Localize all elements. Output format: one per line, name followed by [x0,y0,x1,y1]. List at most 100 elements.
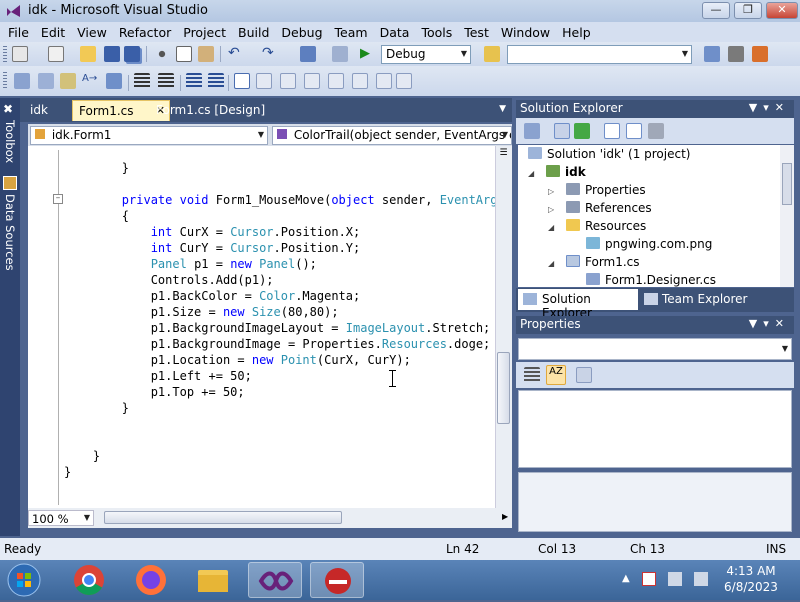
word-completion-icon[interactable]: A→ [82,73,98,89]
tree-item-resources[interactable]: Resources [566,219,646,233]
code-line[interactable]: private void Form1_MouseMove(object send… [64,192,495,208]
collapsed-arrow-icon[interactable]: ▷ [548,205,554,214]
property-grid[interactable] [518,390,792,468]
code-line[interactable]: } [64,160,129,176]
code-line[interactable]: p1.Size = new Size(80,80); [64,304,339,320]
code-line[interactable]: } [64,448,100,464]
cut-icon[interactable] [154,46,170,62]
pane-window-buttons[interactable]: ▼▾✕ [749,317,790,330]
next-bookmark-icon[interactable] [280,73,296,89]
add-item-icon[interactable] [48,46,64,62]
menu-data[interactable]: Data [374,25,416,40]
member-dropdown[interactable]: ColorTrail(object sender, EventArgs e) ▼ [272,126,512,145]
close-button[interactable]: ✕ [766,2,798,19]
menu-refactor[interactable]: Refactor [113,25,177,40]
minimize-button[interactable]: — [702,2,730,19]
solution-explorer-icon[interactable] [704,46,720,62]
categorized-icon[interactable] [524,367,540,383]
save-icon[interactable] [104,46,120,62]
view-code-icon[interactable] [604,123,620,139]
menu-view[interactable]: View [71,25,113,40]
tree-item-form1-designer[interactable]: Form1.Designer.cs [586,273,716,287]
code-line[interactable]: { [64,208,129,224]
comment-lines-icon[interactable] [186,73,202,89]
display-icon[interactable] [668,572,682,586]
code-line[interactable]: int CurX = Cursor.Position.X; [64,224,361,240]
solution-tree-scrollbar[interactable] [780,145,794,287]
quick-info-icon[interactable] [60,73,76,89]
expanded-arrow-icon[interactable]: ◢ [548,259,554,268]
visual-studio-taskbar-button[interactable] [248,562,302,598]
menu-test[interactable]: Test [458,25,495,40]
code-line[interactable]: Controls.Add(p1); [64,272,274,288]
uncomment-lines-icon[interactable] [208,73,224,89]
code-line[interactable]: p1.BackgroundImageLayout = ImageLayout.S… [64,320,491,336]
tree-item-properties[interactable]: Properties [566,183,646,197]
code-line[interactable]: Panel p1 = new Panel(); [64,256,317,272]
show-hidden-icons-icon[interactable]: ▲ [622,573,630,584]
tab-form1-design[interactable]: Form1.cs [Design] [150,100,271,121]
expanded-arrow-icon[interactable]: ◢ [548,223,554,232]
menu-tools[interactable]: Tools [415,25,458,40]
previous-bookmark-in-folder-icon[interactable] [304,73,320,89]
zoom-dropdown[interactable]: 100 % ▼ [28,510,94,526]
scroll-right-icon[interactable]: ▶ [502,512,508,521]
pin-icon[interactable]: ✖ [3,102,13,116]
code-line[interactable]: } [64,464,71,480]
vertical-scroll-thumb[interactable] [497,352,510,424]
split-window-icon[interactable]: ☰ [497,148,510,162]
bookmark-window-icon[interactable] [106,73,122,89]
code-editor[interactable]: } private void Form1_MouseMove(object se… [28,146,495,508]
navigate-backward-icon[interactable] [300,46,316,62]
parameter-info-icon[interactable] [38,73,54,89]
menu-debug[interactable]: Debug [275,25,328,40]
code-line[interactable]: p1.BackgroundImage = Properties.Resource… [64,336,491,352]
find-combo[interactable]: ▼ [507,45,692,64]
collapsed-arrow-icon[interactable]: ▷ [548,187,554,196]
new-project-icon[interactable] [12,46,28,62]
code-line[interactable]: int CurY = Cursor.Position.Y; [64,240,361,256]
save-all-icon[interactable] [124,46,140,62]
menu-window[interactable]: Window [495,25,556,40]
previous-bookmark-in-document-icon[interactable] [352,73,368,89]
pane-window-buttons[interactable]: ▼▾✕ [749,101,790,114]
tree-item-png[interactable]: pngwing.com.png [586,237,712,251]
action-center-icon[interactable] [642,572,656,586]
decrease-indent-icon[interactable] [134,73,150,89]
tree-item-references[interactable]: References [566,201,652,215]
active-files-dropdown-icon[interactable]: ▼ [499,104,506,114]
code-line[interactable]: p1.Top += 50; [64,384,245,400]
display-object-member-list-icon[interactable] [14,73,30,89]
clock[interactable]: 4:13 AM 6/8/2023 [722,563,780,595]
menu-team[interactable]: Team [329,25,374,40]
paste-icon[interactable] [198,46,214,62]
volume-icon[interactable] [694,572,708,586]
refresh-icon[interactable] [574,123,590,139]
tree-item-form1[interactable]: Form1.cs [566,255,640,269]
start-debugging-icon[interactable]: ▶ [360,46,376,62]
tree-item-project[interactable]: idk [546,165,586,179]
code-line[interactable]: p1.Location = new Point(CurX, CurY); [64,352,411,368]
toolbar-grip-icon[interactable] [3,72,7,88]
menu-help[interactable]: Help [556,25,597,40]
show-all-files-icon[interactable] [554,123,570,139]
start-button[interactable] [2,562,52,598]
view-designer-icon[interactable] [626,123,642,139]
expanded-arrow-icon[interactable]: ◢ [528,169,534,178]
editor-vertical-scrollbar[interactable] [495,146,512,508]
tab-solution-explorer[interactable]: Solution Explorer [518,289,638,320]
code-line[interactable]: } [64,400,129,416]
menu-project[interactable]: Project [177,25,232,40]
view-class-diagram-icon[interactable] [648,123,664,139]
chrome-taskbar-button[interactable] [62,562,116,598]
horizontal-scroll-thumb[interactable] [104,511,342,524]
maximize-button[interactable]: ❐ [734,2,762,19]
code-line[interactable]: p1.Left += 50; [64,368,252,384]
toggle-bookmark-icon[interactable] [234,73,250,89]
open-folder-icon[interactable] [80,46,96,62]
collapse-region-icon[interactable]: – [53,194,63,204]
navigate-forward-icon[interactable] [332,46,348,62]
tab-team-explorer[interactable]: Team Explorer [642,289,754,310]
toolbox-tab[interactable]: Toolbox [2,120,18,163]
data-sources-tab[interactable]: Data Sources [2,194,18,271]
